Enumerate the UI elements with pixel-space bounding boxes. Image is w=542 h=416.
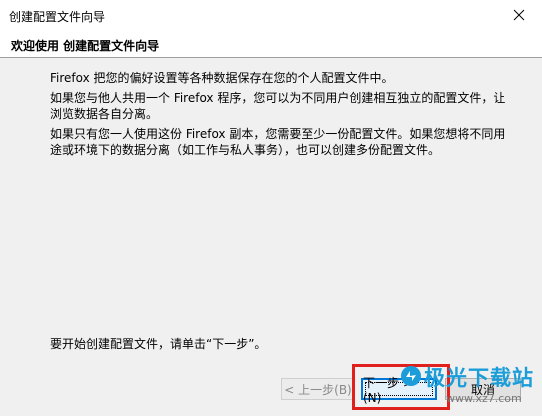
single-use-paragraph: 如果只有您一人使用这份 Firefox 副本，您需要至少一份配置文件。如果您想将… (50, 127, 506, 157)
watermark-logo: 极光下载站 (424, 366, 534, 390)
shared-use-paragraph: 如果您与他人共用一个 Firefox 程序，您可以为不同用户创建相互独立的配置文… (50, 91, 506, 121)
intro-paragraph: Firefox 把您的偏好设置等各种数据保存在您的个人配置文件中。 (50, 71, 394, 85)
title-bar: 创建配置文件向导 (0, 0, 542, 30)
watermark-logo-icon (401, 366, 421, 386)
instruction-text: 要开始创建配置文件，请单击“下一步”。 (50, 337, 267, 351)
watermark-site: www.xz7.com (446, 392, 522, 405)
back-button[interactable]: < 上一步(B) (281, 378, 355, 400)
wizard-content: Firefox 把您的偏好设置等各种数据保存在您的个人配置文件中。 如果您与他人… (0, 58, 542, 358)
close-button[interactable] (496, 0, 542, 30)
wizard-header: 欢迎使用 创建配置文件向导 (0, 30, 542, 57)
window-title: 创建配置文件向导 (9, 10, 106, 24)
wizard-heading: 欢迎使用 创建配置文件向导 (11, 39, 160, 53)
close-icon (513, 9, 525, 21)
